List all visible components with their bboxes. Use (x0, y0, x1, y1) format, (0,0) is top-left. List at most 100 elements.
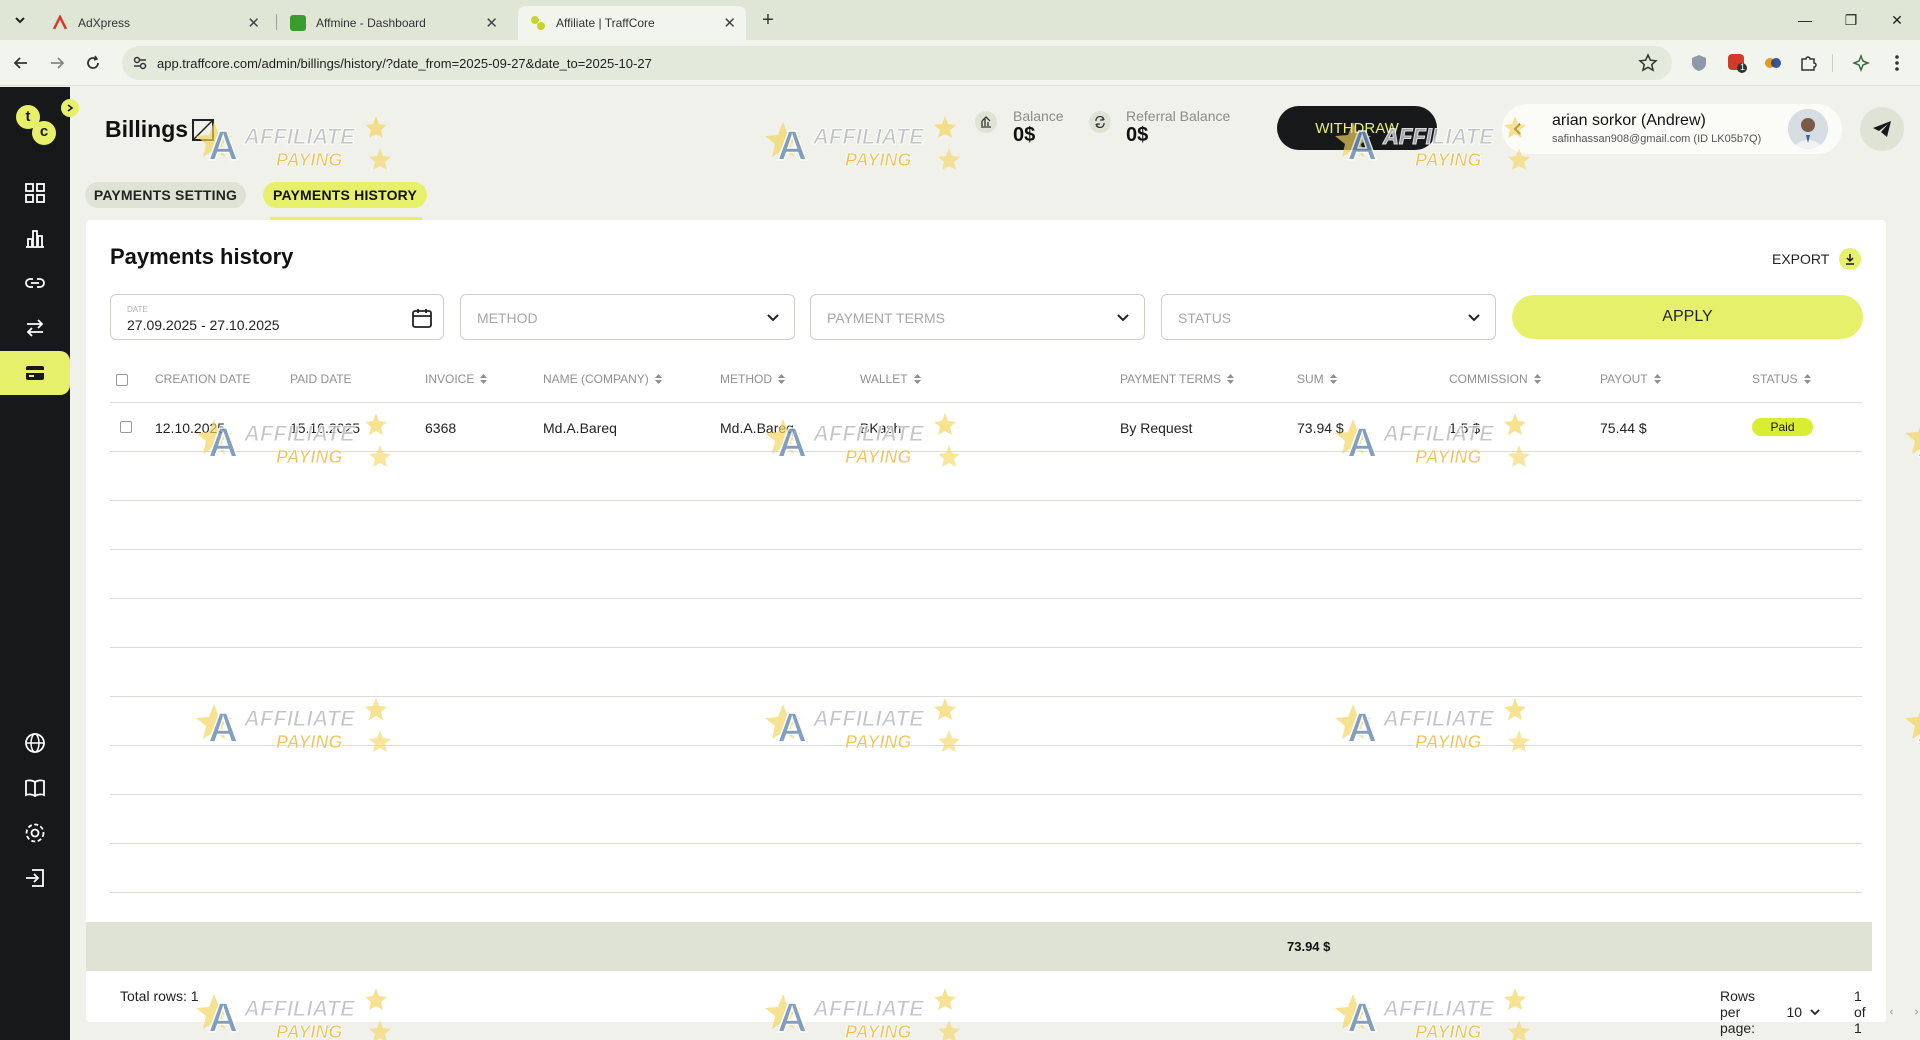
sort-icon (480, 374, 488, 384)
sidebar-item-links[interactable] (0, 261, 70, 305)
apply-button[interactable]: APPLY (1512, 295, 1863, 339)
traffcore-logo[interactable]: t c (16, 105, 56, 145)
card-title: Payments history (110, 244, 294, 269)
user-name: arian sorkor (Andrew) (1552, 112, 1706, 129)
column-creation-date[interactable]: CREATION DATE (155, 372, 251, 386)
sort-icon (1803, 374, 1811, 384)
chevron-down-icon (15, 17, 25, 24)
status-badge: Paid (1752, 418, 1813, 436)
calendar-icon[interactable] (411, 307, 433, 329)
url-bar[interactable]: app.traffcore.com/admin/billings/history… (122, 46, 1672, 80)
avatar[interactable] (1788, 109, 1828, 149)
minimize-button[interactable]: — (1790, 8, 1820, 32)
affiliate-paying-watermark: A AFFILIATE PAYING (1905, 418, 1920, 467)
sidebar-item-language[interactable] (0, 721, 70, 765)
browser-tab-traffcore[interactable]: Affiliate | TraffCore ✕ (518, 6, 746, 40)
restore-button[interactable]: ❐ (1836, 8, 1866, 32)
sidebar-item-logout[interactable] (0, 856, 70, 900)
adxpress-favicon-icon (52, 15, 68, 30)
next-page-icon[interactable] (1913, 1006, 1920, 1018)
sidebar-item-billings[interactable] (0, 351, 70, 395)
sidebar-item-transactions[interactable] (0, 306, 70, 350)
sidebar-item-settings[interactable] (0, 811, 70, 855)
user-email: safinhassan908@gmail.com (ID LK05b7Q) (1552, 133, 1762, 145)
withdraw-button[interactable]: WITHDRAW (1277, 106, 1437, 150)
close-icon[interactable]: ✕ (247, 14, 260, 32)
select-all-checkbox[interactable] (116, 374, 128, 386)
affiliate-paying-watermark: A AFFILIATE PAYING (1905, 703, 1920, 752)
affmine-favicon-icon (290, 15, 306, 31)
table-row[interactable]: 12.10.2025 15.10.2025 6368 Md.A.Bareq Md… (110, 403, 1862, 452)
ad-extension-icon[interactable]: 1 (1726, 52, 1748, 74)
tab-search-button[interactable] (8, 8, 32, 32)
row-checkbox[interactable] (120, 421, 132, 433)
bookmark-star-icon[interactable] (1638, 53, 1658, 73)
watermark-line2: PAYING (845, 1022, 911, 1040)
download-icon (1839, 248, 1862, 270)
tab-payments-history[interactable]: PAYMENTS HISTORY (263, 182, 427, 208)
reload-button[interactable] (80, 50, 106, 76)
watermark-line1: AFFILIATE (243, 124, 356, 149)
date-range-filter[interactable]: DATE 27.09.2025 - 27.10.2025 (110, 294, 444, 340)
column-method[interactable]: METHOD (720, 372, 785, 386)
referral-balance-icon (1089, 111, 1111, 133)
watermark-letter: A (777, 122, 807, 169)
arrow-left-icon (13, 57, 27, 69)
extensions-puzzle-icon[interactable] (1797, 52, 1819, 74)
new-tab-button[interactable]: + (756, 8, 780, 32)
empty-table-row (110, 746, 1862, 795)
title-decoration-icon (192, 119, 214, 141)
browser-menu-icon[interactable] (1886, 52, 1908, 74)
telegram-icon (1873, 121, 1891, 137)
column-payment-terms[interactable]: PAYMENT TERMS (1120, 372, 1235, 386)
close-icon[interactable]: ✕ (485, 14, 498, 32)
prev-page-icon[interactable] (1888, 1006, 1895, 1018)
telegram-button[interactable] (1860, 107, 1904, 151)
column-status[interactable]: STATUS (1752, 372, 1811, 386)
column-payout[interactable]: PAYOUT (1600, 372, 1661, 386)
status-select[interactable]: STATUS (1161, 294, 1496, 340)
column-paid-date[interactable]: PAID DATE (290, 372, 352, 386)
user-profile-card[interactable]: arian sorkor (Andrew) safinhassan908@gma… (1502, 104, 1842, 154)
page-indicator: 1 of 1 (1854, 988, 1866, 1036)
settings-icon (25, 823, 45, 843)
sidebar-item-statistics[interactable] (0, 216, 70, 260)
close-icon[interactable]: ✕ (723, 14, 736, 32)
column-commission[interactable]: COMMISSION (1449, 372, 1541, 386)
payment-terms-select[interactable]: PAYMENT TERMS (810, 294, 1145, 340)
rows-per-page-select[interactable]: 10 (1786, 1004, 1820, 1020)
watermark-line2: PAYING (845, 150, 911, 170)
chevron-left-icon[interactable] (1510, 121, 1526, 137)
shield-extension-icon[interactable] (1688, 52, 1710, 74)
total-sum: 73.94 $ (1287, 939, 1331, 954)
method-select[interactable]: METHOD (460, 294, 795, 340)
affiliate-paying-watermark: A AFFILIATE PAYING (765, 116, 960, 170)
browser-tab-adxpress[interactable]: AdXpress ✕ (40, 6, 270, 40)
column-wallet[interactable]: WALLET (860, 372, 921, 386)
close-window-button[interactable]: ✕ (1882, 8, 1912, 32)
column-invoice[interactable]: INVOICE (425, 372, 488, 386)
watermark-line1: AFFILIATE (812, 124, 925, 149)
cell-payment-terms: By Request (1120, 420, 1193, 436)
empty-table-row (110, 599, 1862, 648)
dashboard-icon (25, 183, 45, 203)
column-sum[interactable]: SUM (1297, 372, 1337, 386)
status-placeholder: STATUS (1178, 310, 1232, 326)
tab-payments-setting[interactable]: PAYMENTS SETTING (85, 182, 246, 208)
empty-table-row (110, 697, 1862, 746)
chevron-down-icon (1810, 1009, 1820, 1016)
column-name-company[interactable]: NAME (COMPANY) (543, 372, 662, 386)
color-extension-icon[interactable] (1762, 52, 1784, 74)
browser-tab-affmine[interactable]: Affmine - Dashboard ✕ (278, 6, 508, 40)
profile-extension-icon[interactable] (1850, 52, 1872, 74)
sidebar-item-dashboard[interactable] (0, 171, 70, 215)
sidebar-expand-button[interactable] (61, 99, 79, 117)
sidebar-item-docs[interactable] (0, 766, 70, 810)
back-button[interactable] (8, 50, 34, 76)
reload-icon (87, 55, 99, 69)
referral-balance-value: 0$ (1126, 124, 1149, 146)
forward-button[interactable] (44, 50, 70, 76)
export-button[interactable]: EXPORT (1772, 248, 1862, 270)
url-text: app.traffcore.com/admin/billings/history… (157, 56, 652, 71)
site-settings-icon[interactable] (132, 55, 148, 71)
